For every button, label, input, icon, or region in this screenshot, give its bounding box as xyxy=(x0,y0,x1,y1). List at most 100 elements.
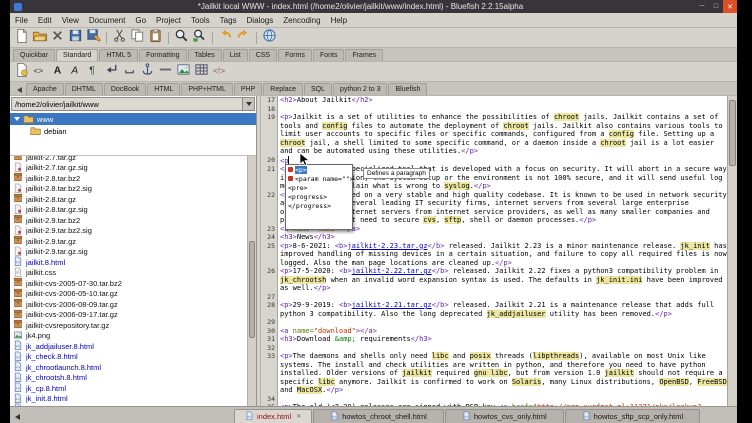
close-button[interactable]: ✕ xyxy=(723,0,737,13)
expander-icon[interactable] xyxy=(14,117,20,124)
code-line[interactable]: 18 xyxy=(261,105,727,114)
open-button[interactable] xyxy=(31,29,48,46)
file-item[interactable]: jailkit.css xyxy=(10,268,247,279)
code-line[interactable]: 25<p>8-6-2021: <b>jailkit-2.23.tar.gz</b… xyxy=(261,242,727,268)
qb-rule-button[interactable] xyxy=(157,63,174,80)
menu-tools[interactable]: Tools xyxy=(186,13,215,27)
paste-button[interactable] xyxy=(147,29,164,46)
snippets-tab-html[interactable]: HTML xyxy=(147,83,180,95)
menu-file[interactable]: File xyxy=(10,13,33,27)
file-item[interactable]: jailkit-2.8.tar.gz xyxy=(10,194,247,205)
autocomplete-item[interactable]: <progress> xyxy=(286,192,352,201)
menu-project[interactable]: Project xyxy=(151,13,186,27)
html-toolbar-tab-formatting[interactable]: Formatting xyxy=(139,49,186,61)
replace-button[interactable] xyxy=(191,29,208,46)
autocomplete-item[interactable]: </progress> xyxy=(286,201,352,210)
code-line[interactable]: 31<h3>Download &amp; requirements</h3> xyxy=(261,335,727,344)
file-item[interactable]: jailkit-cvs-2006-05-10.tar.gz xyxy=(10,289,247,300)
directory-combo[interactable]: /home2/olivier/jailkit/www xyxy=(11,97,255,111)
close-button[interactable] xyxy=(49,29,66,46)
scroll-left-icon[interactable] xyxy=(14,87,22,93)
code-line[interactable]: 34 xyxy=(261,395,727,404)
menu-help[interactable]: Help xyxy=(326,13,352,27)
minimize-button[interactable]: ─ xyxy=(695,0,709,13)
qb-comment-button[interactable]: <!> xyxy=(211,63,228,80)
preview-button[interactable] xyxy=(261,29,278,46)
snippets-tab-dhtml[interactable]: DHTML xyxy=(65,83,103,95)
file-item[interactable]: jailkit-2.7.tar.gz.sig xyxy=(10,163,247,174)
file-item[interactable]: jailkit-2.7.tar.gz xyxy=(10,155,247,163)
file-item[interactable]: jailkit-2.9.tar.bz2.sig xyxy=(10,226,247,237)
qb-italic-button[interactable]: A xyxy=(67,63,84,80)
cut-button[interactable] xyxy=(111,29,128,46)
snippets-tab-php+html[interactable]: PHP+HTML xyxy=(181,83,233,95)
file-item[interactable]: <>jk_cp.8.html xyxy=(10,383,247,394)
html-toolbar-tab-list[interactable]: List xyxy=(223,49,248,61)
doc-tab-index.html[interactable]: <>index.html✕ xyxy=(234,409,312,423)
code-line[interactable]: 32 xyxy=(261,344,727,353)
menu-tags[interactable]: Tags xyxy=(215,13,242,27)
file-list-scrollbar[interactable] xyxy=(247,156,256,406)
html-toolbar-tab-frames[interactable]: Frames xyxy=(345,49,383,61)
tabs-scroll-left-icon[interactable] xyxy=(10,410,22,423)
snippets-tab-sql[interactable]: SQL xyxy=(304,83,332,95)
qb-table-button[interactable] xyxy=(193,63,210,80)
menu-dialogs[interactable]: Dialogs xyxy=(242,13,279,27)
html-toolbar-tab-tables[interactable]: Tables xyxy=(188,49,222,61)
file-item[interactable]: jailkit-2.8.tar.bz2 xyxy=(10,173,247,184)
qb-quickstart-button[interactable] xyxy=(13,63,30,80)
code-line[interactable]: 17<h2>About Jailkit</h2> xyxy=(261,96,727,105)
redo-button[interactable] xyxy=(235,29,252,46)
code-line[interactable]: 26<p>17-5-2020: <b>jailkit-2.22.tar.gz</… xyxy=(261,267,727,293)
html-toolbar-tab-quickbar[interactable]: Quickbar xyxy=(13,49,55,61)
snippets-tab-bluefish[interactable]: Bluefish xyxy=(388,83,427,95)
html-toolbar-tab-forms[interactable]: Forms xyxy=(278,49,312,61)
snippets-tab-apache[interactable]: Apache xyxy=(26,83,64,95)
autocomplete-item[interactable]: <pre> xyxy=(286,183,352,192)
copy-button[interactable] xyxy=(129,29,146,46)
save-as-button[interactable] xyxy=(85,29,102,46)
tab-close-icon[interactable]: ✕ xyxy=(296,413,301,420)
code-area[interactable]: 17<h2>About Jailkit</h2>1819<p>Jailkit i… xyxy=(261,96,727,406)
snippets-tab-python-2-to-3[interactable]: python 2 to 3 xyxy=(333,83,387,95)
qb-body-button[interactable]: <> xyxy=(31,63,48,80)
doc-tab-howtos_sftp_scp_only.html[interactable]: <>howtos_sftp_scp_only.html xyxy=(565,409,701,423)
html-toolbar-tab-css[interactable]: CSS xyxy=(249,49,277,61)
qb-nbsp-button[interactable] xyxy=(121,63,138,80)
autocomplete-item[interactable]: <p> xyxy=(286,165,352,174)
new-button[interactable] xyxy=(13,29,30,46)
menu-zencoding[interactable]: Zencoding xyxy=(278,13,325,27)
snippets-tab-replace[interactable]: Replace xyxy=(263,83,303,95)
menu-document[interactable]: Document xyxy=(84,13,130,27)
tree-item-debian[interactable]: debian xyxy=(10,125,256,137)
file-item[interactable]: jailkit-2.9.tar.bz2 xyxy=(10,215,247,226)
qb-break-button[interactable] xyxy=(103,63,120,80)
qb-image-button[interactable] xyxy=(175,63,192,80)
file-item[interactable]: jailkit-2.8.tar.bz2.sig xyxy=(10,184,247,195)
find-button[interactable] xyxy=(173,29,190,46)
save-button[interactable] xyxy=(67,29,84,46)
code-line[interactable]: 19<p>Jailkit is a set of utilities to en… xyxy=(261,113,727,156)
doc-tab-howtos_cvs_only.html[interactable]: <>howtos_cvs_only.html xyxy=(445,409,564,423)
file-item[interactable]: jailkit-cvs-2006-08-09.tar.gz xyxy=(10,299,247,310)
code-line[interactable]: 24<h3>News</h3> xyxy=(261,233,727,242)
file-item[interactable]: <>jk_chrootlaunch.8.html xyxy=(10,362,247,373)
editor[interactable]: 17<h2>About Jailkit</h2>1819<p>Jailkit i… xyxy=(261,96,737,406)
code-line[interactable]: 27 xyxy=(261,293,727,302)
menu-edit[interactable]: Edit xyxy=(33,13,57,27)
code-line[interactable]: 28<p>29-9-2019: <b>jailkit-2.21.tar.gz</… xyxy=(261,301,727,318)
qb-anchor-button[interactable] xyxy=(139,63,156,80)
file-item[interactable]: jailkit-2.8.tar.gz.sig xyxy=(10,205,247,216)
tree-item-www[interactable]: www xyxy=(10,113,256,125)
snippets-tab-docbook[interactable]: DocBook xyxy=(104,83,146,95)
html-toolbar-tab-standard[interactable]: Standard xyxy=(56,49,98,61)
qb-bold-button[interactable]: A xyxy=(49,63,66,80)
autocomplete-item[interactable]: <param name=""> xyxy=(286,174,352,183)
combo-dropdown-icon[interactable] xyxy=(242,98,254,110)
snippets-tab-php[interactable]: PHP xyxy=(234,83,262,95)
file-item[interactable]: <>jailkit.8.html xyxy=(10,257,247,268)
menu-view[interactable]: View xyxy=(57,13,84,27)
code-line[interactable]: 35<p>The old (<2.20) releases are signed… xyxy=(261,403,727,406)
code-line[interactable]: 29 xyxy=(261,318,727,327)
file-item[interactable]: jk4.png xyxy=(10,331,247,342)
